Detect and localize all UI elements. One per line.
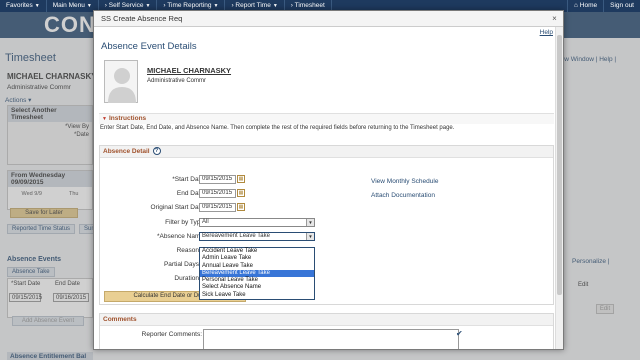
original-start-date-input[interactable]: 09/15/2015 bbox=[199, 203, 236, 212]
calendar-icon[interactable]: ▦ bbox=[237, 189, 245, 197]
attach-documentation-link[interactable]: Attach Documentation bbox=[371, 192, 435, 199]
comments-header: Comments bbox=[100, 314, 553, 326]
dropdown-option[interactable]: Accident Leave Take bbox=[200, 248, 314, 255]
dropdown-option[interactable]: Admin Leave Take bbox=[200, 255, 314, 262]
dropdown-option[interactable]: Sick Leave Take bbox=[200, 292, 314, 299]
reporter-comments-label: Reporter Comments: bbox=[141, 331, 202, 338]
person-silhouette-icon bbox=[108, 68, 136, 103]
end-date-input[interactable]: 09/15/2015 bbox=[199, 189, 236, 198]
dropdown-option[interactable]: Annual Leave Take bbox=[200, 263, 314, 270]
chevron-down-icon: ▼ bbox=[306, 233, 314, 240]
start-date-label: *Start Date bbox=[172, 176, 204, 183]
create-absence-modal: SS Create Absence Req × Help Absence Eve… bbox=[93, 10, 564, 350]
spell-check-icon[interactable]: ✔ bbox=[456, 329, 463, 338]
employee-name: MICHAEL CHARNASKY bbox=[147, 66, 232, 75]
absence-detail-header: Absence Detail? bbox=[100, 146, 553, 158]
filter-by-type-label: Filter by Type bbox=[165, 219, 204, 226]
absence-name-label: *Absence Name bbox=[157, 233, 204, 240]
partial-days-label: Partial Days bbox=[163, 261, 199, 268]
instructions-text: Enter Start Date, End Date, and Absence … bbox=[100, 125, 455, 131]
duration-label: Duration bbox=[174, 275, 199, 282]
filter-by-type-select[interactable]: All ▼ bbox=[199, 218, 315, 227]
nav-sign-out[interactable]: Sign out bbox=[603, 0, 640, 12]
dropdown-option-selected[interactable]: Bereavement Leave Take bbox=[200, 269, 314, 278]
start-date-input[interactable]: 09/15/2015 bbox=[199, 175, 236, 184]
comments-section: Comments Reporter Comments: ✔ bbox=[99, 313, 554, 349]
original-start-date-label: Original Start Date bbox=[150, 204, 204, 211]
nav-home[interactable]: ⌂ Home bbox=[567, 0, 603, 12]
nav-favorites[interactable]: Favorites ▼ bbox=[0, 0, 47, 12]
dropdown-option[interactable]: Personal Leave Take bbox=[200, 277, 314, 284]
end-date-label: End Date bbox=[176, 190, 204, 197]
view-monthly-schedule-link[interactable]: View Monthly Schedule bbox=[371, 178, 438, 185]
employee-photo bbox=[104, 60, 138, 103]
reporter-comments-textarea[interactable] bbox=[203, 329, 459, 349]
modal-body: Help Absence Event Details MICHAEL CHARN… bbox=[94, 27, 557, 349]
help-question-icon[interactable]: ? bbox=[152, 147, 161, 156]
collapse-triangle-icon: ▼ bbox=[102, 116, 107, 122]
absence-name-select[interactable]: Bereavement Leave Take ▼ bbox=[199, 232, 315, 241]
modal-title: SS Create Absence Req bbox=[94, 11, 563, 27]
home-icon: ⌂ bbox=[574, 2, 578, 9]
absence-event-details-title: Absence Event Details bbox=[101, 41, 197, 52]
scrollbar-thumb[interactable] bbox=[557, 35, 562, 295]
reason-label: Reason bbox=[176, 247, 199, 254]
close-icon[interactable]: × bbox=[550, 14, 559, 23]
absence-name-dropdown-list: Accident Leave Take Admin Leave Take Ann… bbox=[199, 247, 315, 301]
dropdown-option[interactable]: Select Absence Name bbox=[200, 284, 314, 291]
help-link[interactable]: Help bbox=[540, 29, 553, 36]
calendar-icon[interactable]: ▦ bbox=[237, 203, 245, 211]
nav-main-menu[interactable]: Main Menu ▼ bbox=[47, 0, 99, 12]
employee-title: Administrative Commr bbox=[147, 78, 207, 84]
chevron-down-icon: ▼ bbox=[306, 219, 314, 226]
calendar-icon[interactable]: ▦ bbox=[237, 175, 245, 183]
instructions-header[interactable]: ▼ Instructions bbox=[99, 113, 554, 124]
